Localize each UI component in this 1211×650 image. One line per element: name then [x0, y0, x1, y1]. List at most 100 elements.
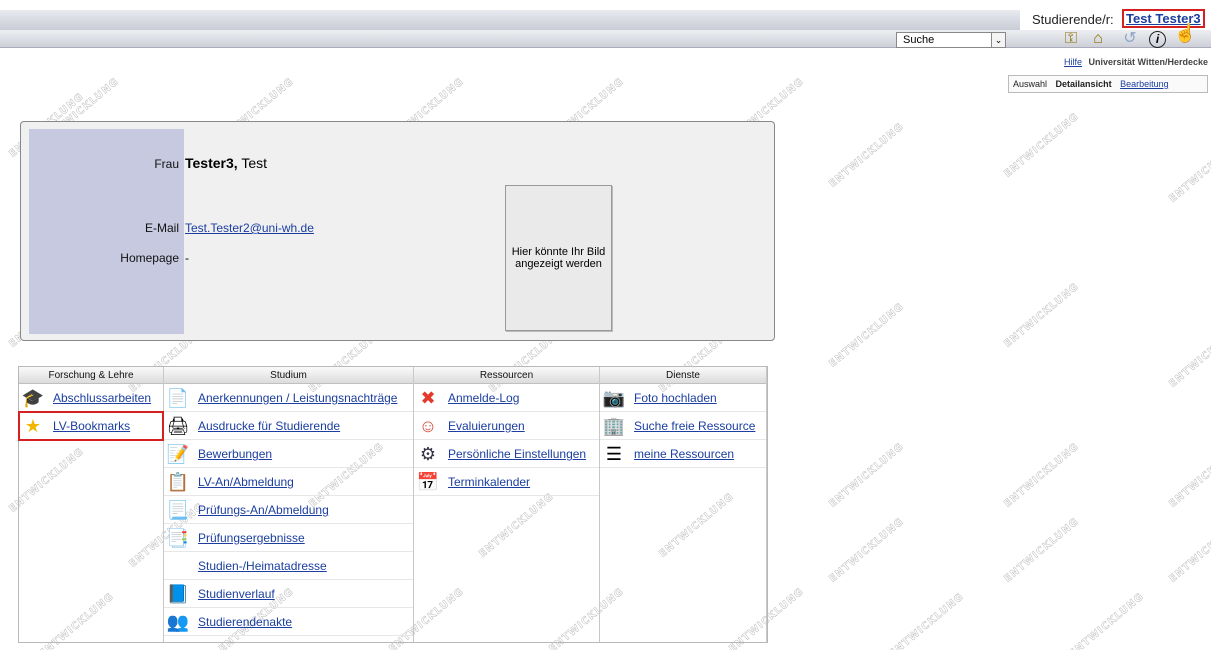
profile-card: Frau Tester3, Test E-Mail Test.Tester2@u… — [20, 121, 775, 341]
service-link[interactable]: Bewerbungen — [198, 447, 272, 461]
watermark-text: ENTWICKLUNG — [1002, 281, 1082, 350]
services-table: Forschung & Lehre 🎓 Abschlussarbeiten ★ LV-B… — [18, 366, 768, 643]
watermark-text: ENTWICKLUNG — [1002, 516, 1082, 585]
top-links: Hilfe Universität Witten/Herdecke — [1064, 57, 1208, 67]
hand-pointer-icon: ☝ — [1174, 23, 1197, 43]
homepage-label: Homepage — [120, 251, 179, 265]
service-column-title: Dienste — [600, 367, 766, 384]
chevron-down-icon[interactable]: ⌄ — [991, 33, 1005, 47]
service-link[interactable]: meine Ressourcen — [634, 447, 734, 461]
gears-icon: ⚙ — [419, 444, 437, 464]
user-role-label: Studierende/r: — [1032, 12, 1114, 27]
watermark-text: ENTWICKLUNG — [1067, 591, 1147, 650]
service-item[interactable]: 📋 LV-An/Abmeldung — [164, 468, 413, 496]
search-select-value: Suche — [903, 34, 935, 46]
service-link[interactable]: LV-Bookmarks — [53, 419, 130, 433]
watermark-text: ENTWICKLUNG — [827, 301, 907, 370]
service-link[interactable]: Persönliche Einstellungen — [448, 447, 586, 461]
watermark-text: ENTWICKLUNG — [1002, 441, 1082, 510]
service-link[interactable]: Studienverlauf — [198, 587, 275, 601]
watermark-text: ENTWICKLUNG — [827, 121, 907, 190]
service-item[interactable]: 📃 Prüfungs-An/Abmeldung — [164, 496, 413, 524]
photo-placeholder: Hier könnte Ihr Bild angezeigt werden — [505, 185, 612, 331]
app-root: Studierende/r: Test Tester3 Suche ⌄ ⚿ ⌂ … — [0, 0, 1211, 650]
email-link[interactable]: Test.Tester2@uni-wh.de — [185, 221, 314, 235]
exam-doc-icon: 📃 — [166, 500, 190, 520]
service-link[interactable]: Terminkalender — [448, 475, 530, 489]
service-link[interactable]: Evaluierungen — [448, 419, 525, 433]
service-link[interactable]: Suche freie Ressource — [634, 419, 755, 433]
service-link[interactable]: Ausdrucke für Studierende — [198, 419, 340, 433]
refresh-icon[interactable]: ↺ — [1120, 30, 1140, 48]
smileys-icon: ☺ — [418, 416, 438, 436]
service-item[interactable]: 👥 Studierendenakte — [164, 608, 413, 636]
service-item[interactable]: 📄 Anerkennungen / Leistungsnachträge — [164, 384, 413, 412]
watermark-text: ENTWICKLUNG — [887, 591, 967, 650]
service-item[interactable]: 🎓 Abschlussarbeiten — [19, 384, 163, 412]
service-link[interactable]: Prüfungs-An/Abmeldung — [198, 503, 329, 517]
service-item[interactable]: ☰ meine Ressourcen — [600, 440, 766, 468]
watermark-text: ENTWICKLUNG — [827, 441, 907, 510]
people-icon: 👥 — [166, 612, 190, 632]
service-item[interactable]: 📅 Terminkalender — [414, 468, 599, 496]
info-icon[interactable]: i — [1149, 31, 1166, 48]
service-item[interactable]: ☺ Evaluierungen — [414, 412, 599, 440]
service-item[interactable]: ✖ Anmelde-Log — [414, 384, 599, 412]
header-bar — [0, 10, 1020, 30]
tab-bearbeitung[interactable]: Bearbeitung — [1120, 79, 1169, 89]
results-doc-icon: 📑 — [166, 528, 190, 548]
service-column-title: Ressourcen — [414, 367, 599, 384]
toolbar — [0, 30, 1211, 48]
service-column-title: Forschung & Lehre — [19, 367, 163, 384]
service-item[interactable]: 🏢 Suche freie Ressource — [600, 412, 766, 440]
service-column: Forschung & Lehre 🎓 Abschlussarbeiten ★ LV-B… — [18, 367, 164, 642]
service-item[interactable]: Studien-/Heimatadresse — [164, 552, 413, 580]
watermark-text: ENTWICKLUNG — [1002, 111, 1082, 180]
progress-book-icon: 📘 — [166, 584, 190, 604]
watermark-text: ENTWICKLUNG — [1167, 321, 1211, 390]
list-icon: ☰ — [605, 444, 623, 464]
service-column: Ressourcen ✖ Anmelde-Log ☺ Evaluierungen ⚙ Per… — [414, 367, 600, 642]
first-name: Test — [241, 155, 267, 171]
watermark-text: ENTWICKLUNG — [1167, 136, 1211, 205]
service-item[interactable]: 📑 Prüfungsergebnisse — [164, 524, 413, 552]
person-name: Tester3, Test — [185, 155, 267, 171]
key-icon[interactable]: ⚿ — [1061, 30, 1081, 48]
watermark-text: ENTWICKLUNG — [827, 516, 907, 585]
service-item[interactable]: ⚙ Persönliche Einstellungen — [414, 440, 599, 468]
view-tabs: Auswahl Detailansicht Bearbeitung — [1008, 75, 1208, 93]
document-icon: 📄 — [166, 388, 190, 408]
homepage-value: - — [185, 251, 189, 265]
watermark-text: ENTWICKLUNG — [1167, 516, 1211, 585]
help-link[interactable]: Hilfe — [1064, 57, 1082, 67]
graduation-cap-icon: 🎓 — [21, 388, 45, 408]
service-item[interactable]: 📝 Bewerbungen — [164, 440, 413, 468]
service-link[interactable]: Anmelde-Log — [448, 391, 519, 405]
star-icon: ★ — [24, 416, 42, 436]
service-item[interactable]: 📘 Studienverlauf — [164, 580, 413, 608]
home-icon[interactable]: ⌂ — [1088, 30, 1108, 48]
service-item[interactable]: 🖨 Ausdrucke für Studierende — [164, 412, 413, 440]
service-link[interactable]: Studien-/Heimatadresse — [198, 559, 327, 573]
service-link[interactable]: Abschlussarbeiten — [53, 391, 151, 405]
university-name: Universität Witten/Herdecke — [1088, 57, 1208, 67]
service-link[interactable]: Foto hochladen — [634, 391, 717, 405]
salutation-label: Frau — [154, 157, 179, 171]
error-circle-icon: ✖ — [420, 388, 436, 408]
application-doc-icon: 📝 — [166, 444, 190, 464]
tab-detailansicht[interactable]: Detailansicht — [1056, 79, 1112, 89]
service-link[interactable]: LV-An/Abmeldung — [198, 475, 294, 489]
service-link[interactable]: Anerkennungen / Leistungsnachträge — [198, 391, 397, 405]
board-icon: 📋 — [166, 472, 190, 492]
service-item[interactable]: 📷 Foto hochladen — [600, 384, 766, 412]
service-item[interactable]: ★ LV-Bookmarks — [18, 411, 164, 441]
camera-icon: 📷 — [602, 388, 626, 408]
watermark-text: ENTWICKLUNG — [1167, 441, 1211, 510]
service-link[interactable]: Prüfungsergebnisse — [198, 531, 305, 545]
printer-icon: 🖨 — [166, 416, 190, 436]
search-select[interactable]: Suche ⌄ — [896, 32, 1006, 48]
photo-placeholder-text: Hier könnte Ihr Bild angezeigt werden — [511, 246, 606, 270]
service-link[interactable]: Studierendenakte — [198, 615, 292, 629]
tab-auswahl[interactable]: Auswahl — [1013, 79, 1047, 89]
email-label: E-Mail — [144, 221, 179, 235]
